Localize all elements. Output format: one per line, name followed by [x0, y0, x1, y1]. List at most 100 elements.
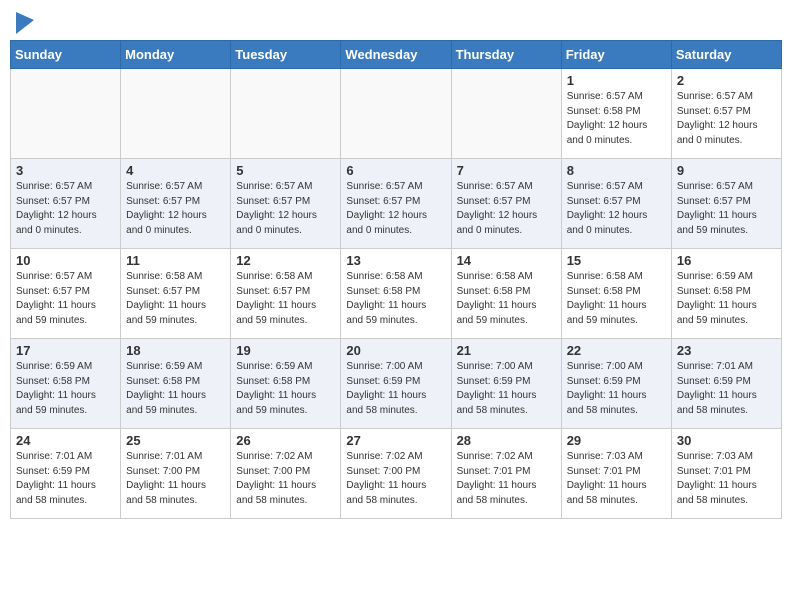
calendar-cell: 22 Sunrise: 7:00 AMSunset: 6:59 PMDayligh…	[561, 339, 671, 429]
day-info: Sunrise: 6:57 AMSunset: 6:57 PMDaylight:…	[567, 180, 666, 238]
day-info: Sunrise: 7:02 AMSunset: 7:01 PMDaylight:…	[457, 450, 556, 508]
calendar-cell: 14Sunrise: 6:58 AMSunset: 6:58 PMDayligh…	[451, 249, 561, 339]
day-info: Sunrise: 7:02 AMSunset: 7:00 PMDaylight:…	[236, 450, 335, 508]
day-number: 29	[567, 433, 666, 448]
day-number: 25	[126, 433, 225, 448]
col-header-wednesday: Wednesday	[341, 41, 451, 69]
calendar-cell: 17Sunrise: 6:59 AMSunset: 6:58 PMDayligh…	[11, 339, 121, 429]
calendar-cell: 19 Sunrise: 6:59 AMSunset: 6:58 PMDayligh…	[231, 339, 341, 429]
calendar-cell: 18 Sunrise: 6:59 AMSunset: 6:58 PMDayligh…	[121, 339, 231, 429]
calendar-cell: 23 Sunrise: 7:01 AMSunset: 6:59 PMDayligh…	[671, 339, 781, 429]
day-number: 14	[457, 253, 556, 268]
day-info: Sunrise: 6:59 AMSunset: 6:58 PMDaylight:…	[126, 360, 225, 418]
day-number: 9	[677, 163, 776, 178]
calendar-cell: 7 Sunrise: 6:57 AMSunset: 6:57 PMDaylight…	[451, 159, 561, 249]
col-header-monday: Monday	[121, 41, 231, 69]
calendar-table: SundayMondayTuesdayWednesdayThursdayFrid…	[10, 40, 782, 519]
calendar-header-row: SundayMondayTuesdayWednesdayThursdayFrid…	[11, 41, 782, 69]
calendar-cell: 29 Sunrise: 7:03 AMSunset: 7:01 PMDayligh…	[561, 429, 671, 519]
calendar-cell: 21 Sunrise: 7:00 AMSunset: 6:59 PMDayligh…	[451, 339, 561, 429]
day-number: 18	[126, 343, 225, 358]
calendar-cell: 4Sunrise: 6:57 AMSunset: 6:57 PMDaylight…	[121, 159, 231, 249]
day-info: Sunrise: 6:58 AMSunset: 6:58 PMDaylight:…	[567, 270, 666, 328]
day-info: Sunrise: 6:57 AMSunset: 6:57 PMDaylight:…	[677, 90, 776, 148]
calendar-cell: 13 Sunrise: 6:58 AMSunset: 6:58 PMDayligh…	[341, 249, 451, 339]
day-number: 19	[236, 343, 335, 358]
day-info: Sunrise: 6:59 AMSunset: 6:58 PMDaylight:…	[236, 360, 335, 418]
calendar-cell: 28 Sunrise: 7:02 AMSunset: 7:01 PMDayligh…	[451, 429, 561, 519]
calendar-cell: 2 Sunrise: 6:57 AMSunset: 6:57 PMDaylight…	[671, 69, 781, 159]
day-number: 23	[677, 343, 776, 358]
day-number: 6	[346, 163, 445, 178]
day-info: Sunrise: 6:57 AMSunset: 6:57 PMDaylight:…	[126, 180, 225, 238]
calendar-cell: 27 Sunrise: 7:02 AMSunset: 7:00 PMDayligh…	[341, 429, 451, 519]
calendar-cell: 24 Sunrise: 7:01 AMSunset: 6:59 PMDayligh…	[11, 429, 121, 519]
day-number: 1	[567, 73, 666, 88]
calendar-cell: 15 Sunrise: 6:58 AMSunset: 6:58 PMDayligh…	[561, 249, 671, 339]
logo	[14, 16, 34, 34]
day-info: Sunrise: 6:58 AMSunset: 6:58 PMDaylight:…	[346, 270, 445, 328]
day-info: Sunrise: 6:58 AMSunset: 6:57 PMDaylight:…	[126, 270, 225, 328]
calendar-week-row: 10 Sunrise: 6:57 AMSunset: 6:57 PMDayligh…	[11, 249, 782, 339]
calendar-cell: 10 Sunrise: 6:57 AMSunset: 6:57 PMDayligh…	[11, 249, 121, 339]
col-header-tuesday: Tuesday	[231, 41, 341, 69]
calendar-cell	[341, 69, 451, 159]
day-number: 5	[236, 163, 335, 178]
day-number: 27	[346, 433, 445, 448]
day-info: Sunrise: 6:57 AMSunset: 6:57 PMDaylight:…	[457, 180, 556, 238]
calendar-week-row: 1 Sunrise: 6:57 AMSunset: 6:58 PMDaylight…	[11, 69, 782, 159]
day-number: 28	[457, 433, 556, 448]
calendar-cell: 3Sunrise: 6:57 AMSunset: 6:57 PMDaylight…	[11, 159, 121, 249]
day-number: 7	[457, 163, 556, 178]
calendar-cell: 26 Sunrise: 7:02 AMSunset: 7:00 PMDayligh…	[231, 429, 341, 519]
col-header-sunday: Sunday	[11, 41, 121, 69]
day-info: Sunrise: 7:01 AMSunset: 6:59 PMDaylight:…	[16, 450, 115, 508]
day-number: 30	[677, 433, 776, 448]
calendar-cell: 25 Sunrise: 7:01 AMSunset: 7:00 PMDayligh…	[121, 429, 231, 519]
day-number: 20	[346, 343, 445, 358]
day-info: Sunrise: 7:01 AMSunset: 7:00 PMDaylight:…	[126, 450, 225, 508]
day-info: Sunrise: 7:00 AMSunset: 6:59 PMDaylight:…	[457, 360, 556, 418]
calendar-week-row: 24 Sunrise: 7:01 AMSunset: 6:59 PMDayligh…	[11, 429, 782, 519]
day-number: 15	[567, 253, 666, 268]
day-number: 3	[16, 163, 115, 178]
calendar-cell: 30Sunrise: 7:03 AMSunset: 7:01 PMDayligh…	[671, 429, 781, 519]
calendar-cell: 11 Sunrise: 6:58 AMSunset: 6:57 PMDayligh…	[121, 249, 231, 339]
day-info: Sunrise: 6:57 AMSunset: 6:57 PMDaylight:…	[16, 270, 115, 328]
calendar-week-row: 3 Sunrise: 6:57 AMSunset: 6:57 PMDaylight…	[11, 159, 782, 249]
calendar-cell: 1 Sunrise: 6:57 AMSunset: 6:58 PMDaylight…	[561, 69, 671, 159]
day-info: Sunrise: 6:58 AMSunset: 6:57 PMDaylight:…	[236, 270, 335, 328]
day-number: 2	[677, 73, 776, 88]
calendar-cell: 16Sunrise: 6:59 AMSunset: 6:58 PMDayligh…	[671, 249, 781, 339]
day-info: Sunrise: 7:02 AMSunset: 7:00 PMDaylight:…	[346, 450, 445, 508]
day-info: Sunrise: 6:57 AMSunset: 6:57 PMDaylight:…	[677, 180, 776, 238]
calendar-cell: 5 Sunrise: 6:57 AMSunset: 6:57 PMDaylight…	[231, 159, 341, 249]
calendar-cell	[231, 69, 341, 159]
calendar-cell: 9 Sunrise: 6:57 AMSunset: 6:57 PMDaylight…	[671, 159, 781, 249]
day-info: Sunrise: 7:00 AMSunset: 6:59 PMDaylight:…	[346, 360, 445, 418]
calendar-week-row: 17 Sunrise: 6:59 AMSunset: 6:58 PMDayligh…	[11, 339, 782, 429]
calendar-cell: 6 Sunrise: 6:57 AMSunset: 6:57 PMDaylight…	[341, 159, 451, 249]
day-number: 13	[346, 253, 445, 268]
day-info: Sunrise: 6:57 AMSunset: 6:57 PMDaylight:…	[346, 180, 445, 238]
day-number: 11	[126, 253, 225, 268]
day-number: 10	[16, 253, 115, 268]
calendar-cell: 20 Sunrise: 7:00 AMSunset: 6:59 PMDayligh…	[341, 339, 451, 429]
day-info: Sunrise: 6:57 AMSunset: 6:58 PMDaylight:…	[567, 90, 666, 148]
day-number: 26	[236, 433, 335, 448]
col-header-saturday: Saturday	[671, 41, 781, 69]
col-header-thursday: Thursday	[451, 41, 561, 69]
calendar-cell	[11, 69, 121, 159]
day-number: 22	[567, 343, 666, 358]
day-number: 21	[457, 343, 556, 358]
day-info: Sunrise: 7:03 AMSunset: 7:01 PMDaylight:…	[567, 450, 666, 508]
calendar-cell: 8 Sunrise: 6:57 AMSunset: 6:57 PMDaylight…	[561, 159, 671, 249]
day-info: Sunrise: 7:00 AMSunset: 6:59 PMDaylight:…	[567, 360, 666, 418]
day-number: 24	[16, 433, 115, 448]
day-number: 8	[567, 163, 666, 178]
day-info: Sunrise: 6:57 AMSunset: 6:57 PMDaylight:…	[236, 180, 335, 238]
calendar-cell	[121, 69, 231, 159]
day-number: 17	[16, 343, 115, 358]
day-info: Sunrise: 7:01 AMSunset: 6:59 PMDaylight:…	[677, 360, 776, 418]
calendar-cell: 12Sunrise: 6:58 AMSunset: 6:57 PMDayligh…	[231, 249, 341, 339]
